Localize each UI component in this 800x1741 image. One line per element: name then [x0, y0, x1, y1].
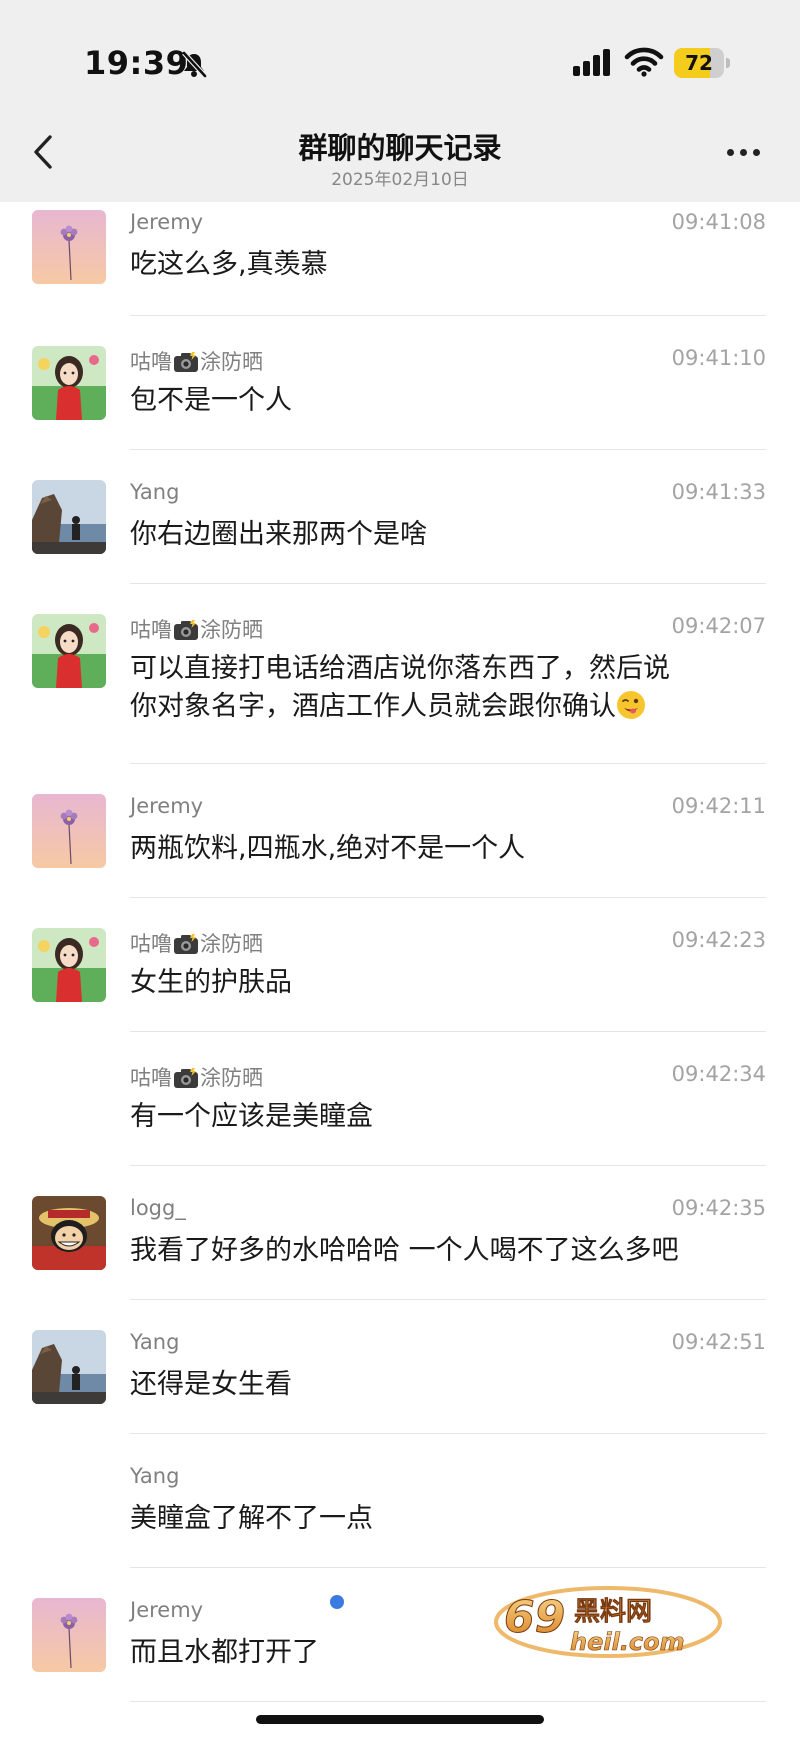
chat-message: Jeremy 09:41:08 吃这么多,真羡慕 — [0, 202, 800, 316]
message-text: 有一个应该是美瞳盒 — [130, 1101, 373, 1132]
watermark-domain: heil.com — [570, 1628, 685, 1656]
chat-message: 咕噜 涂防晒 09:42:34 有一个应该是美瞳盒 — [0, 1032, 800, 1166]
home-indicator[interactable] — [256, 1715, 544, 1724]
message-time: 09:42:35 — [671, 1196, 766, 1220]
chat-history-list[interactable]: Jeremy 09:41:08 吃这么多,真羡慕 咕噜 涂防晒 09:41:10 … — [0, 202, 800, 1741]
anime-boy-avatar[interactable] — [32, 1196, 106, 1270]
message-text-line: 你对象名字，酒店工作人员就会跟你确认 — [130, 688, 770, 726]
message-text: 吃这么多,真羡慕 — [130, 249, 328, 280]
chat-message: 咕噜 涂防晒 09:41:10 包不是一个人 — [0, 316, 800, 450]
wifi-icon — [624, 47, 664, 77]
status-time: 19:39 — [84, 44, 189, 82]
status-bar: 19:39 72 — [0, 0, 800, 120]
flower-avatar[interactable] — [32, 210, 106, 284]
scroll-indicator-dot — [330, 1595, 344, 1609]
chat-message: Jeremy 09:42:11 两瓶饮料,四瓶水,绝对不是一个人 — [0, 764, 800, 898]
watermark-logo: 69 黑料网 heil.com — [490, 1570, 750, 1670]
message-text: 我看了好多的水哈哈哈 一个人喝不了这么多吧 — [130, 1235, 679, 1266]
chat-message: Yang 09:42:51 还得是女生看 — [0, 1300, 800, 1434]
sender-name: Jeremy — [130, 210, 204, 234]
chat-message: Yang 09:41:33 你右边圈出来那两个是啥 — [0, 450, 800, 584]
sender-name: logg_ — [130, 1196, 186, 1220]
battery-level: 72 — [685, 51, 713, 75]
watermark-title: 黑料网 — [574, 1597, 652, 1627]
winking-face-emoji — [617, 691, 645, 719]
cartoon-girl-avatar[interactable] — [32, 614, 106, 688]
message-text: 可以直接打电话给酒店说你落东西了，然后说 你对象名字，酒店工作人员就会跟你确认 — [130, 650, 770, 726]
message-time: 09:42:11 — [671, 794, 766, 818]
sender-name: Yang — [130, 1330, 180, 1354]
cartoon-girl-avatar[interactable] — [32, 346, 106, 420]
message-text-line: 可以直接打电话给酒店说你落东西了，然后说 — [130, 653, 670, 684]
flower-avatar[interactable] — [32, 1598, 106, 1672]
message-text: 两瓶饮料,四瓶水,绝对不是一个人 — [130, 833, 526, 864]
watermark-number: 69 — [504, 1592, 565, 1643]
sender-name: 咕噜 涂防晒 — [130, 932, 263, 956]
chat-message: logg_ 09:42:35 我看了好多的水哈哈哈 一个人喝不了这么多吧 — [0, 1166, 800, 1300]
chat-message: 咕噜 涂防晒 09:42:07 可以直接打电话给酒店说你落东西了，然后说 你对象名… — [0, 584, 800, 764]
message-time: 09:42:34 — [671, 1062, 766, 1086]
battery-indicator: 72 — [674, 48, 730, 78]
sender-name: 咕噜 涂防晒 — [130, 618, 263, 642]
sender-name: Jeremy — [130, 1598, 204, 1622]
signal-icon — [573, 49, 610, 76]
message-text: 美瞳盒了解不了一点 — [130, 1503, 373, 1534]
cartoon-girl-avatar[interactable] — [32, 928, 106, 1002]
message-time: 09:42:51 — [671, 1330, 766, 1354]
message-time: 09:41:10 — [671, 346, 766, 370]
seaside-photo-avatar[interactable] — [32, 1330, 106, 1404]
sender-name: Yang — [130, 1464, 180, 1488]
message-time: 09:41:33 — [671, 480, 766, 504]
camera-flash-emoji — [174, 1068, 198, 1088]
seaside-photo-avatar[interactable] — [32, 480, 106, 554]
page-title: 群聊的聊天记录 — [298, 131, 502, 165]
chat-message: 咕噜 涂防晒 09:42:23 女生的护肤品 — [0, 898, 800, 1032]
divider — [130, 1701, 766, 1702]
page-subtitle: 2025年02月10日 — [331, 170, 469, 190]
sender-name: Jeremy — [130, 794, 204, 818]
camera-flash-emoji — [174, 934, 198, 954]
message-time: 09:42:07 — [671, 614, 766, 638]
message-text: 女生的护肤品 — [130, 967, 292, 998]
message-text: 包不是一个人 — [130, 385, 292, 416]
camera-flash-emoji — [174, 620, 198, 640]
message-text: 你右边圈出来那两个是啥 — [130, 519, 427, 550]
message-time: 09:42:23 — [671, 928, 766, 952]
navigation-bar: 群聊的聊天记录 2025年02月10日 — [0, 115, 800, 202]
sender-name: Yang — [130, 480, 180, 504]
message-time: 09:41:08 — [671, 210, 766, 234]
top-header-area: 19:39 72 群聊的聊天记录 2025年02月10日 — [0, 0, 800, 202]
camera-flash-emoji — [174, 352, 198, 372]
more-dots-icon[interactable] — [724, 139, 764, 165]
bell-slash-icon — [182, 51, 207, 78]
flower-avatar[interactable] — [32, 794, 106, 868]
sender-name: 咕噜 涂防晒 — [130, 1066, 263, 1090]
sender-name: 咕噜 涂防晒 — [130, 350, 263, 374]
chat-message: Yang 美瞳盒了解不了一点 — [0, 1434, 800, 1568]
message-text: 还得是女生看 — [130, 1369, 292, 1400]
